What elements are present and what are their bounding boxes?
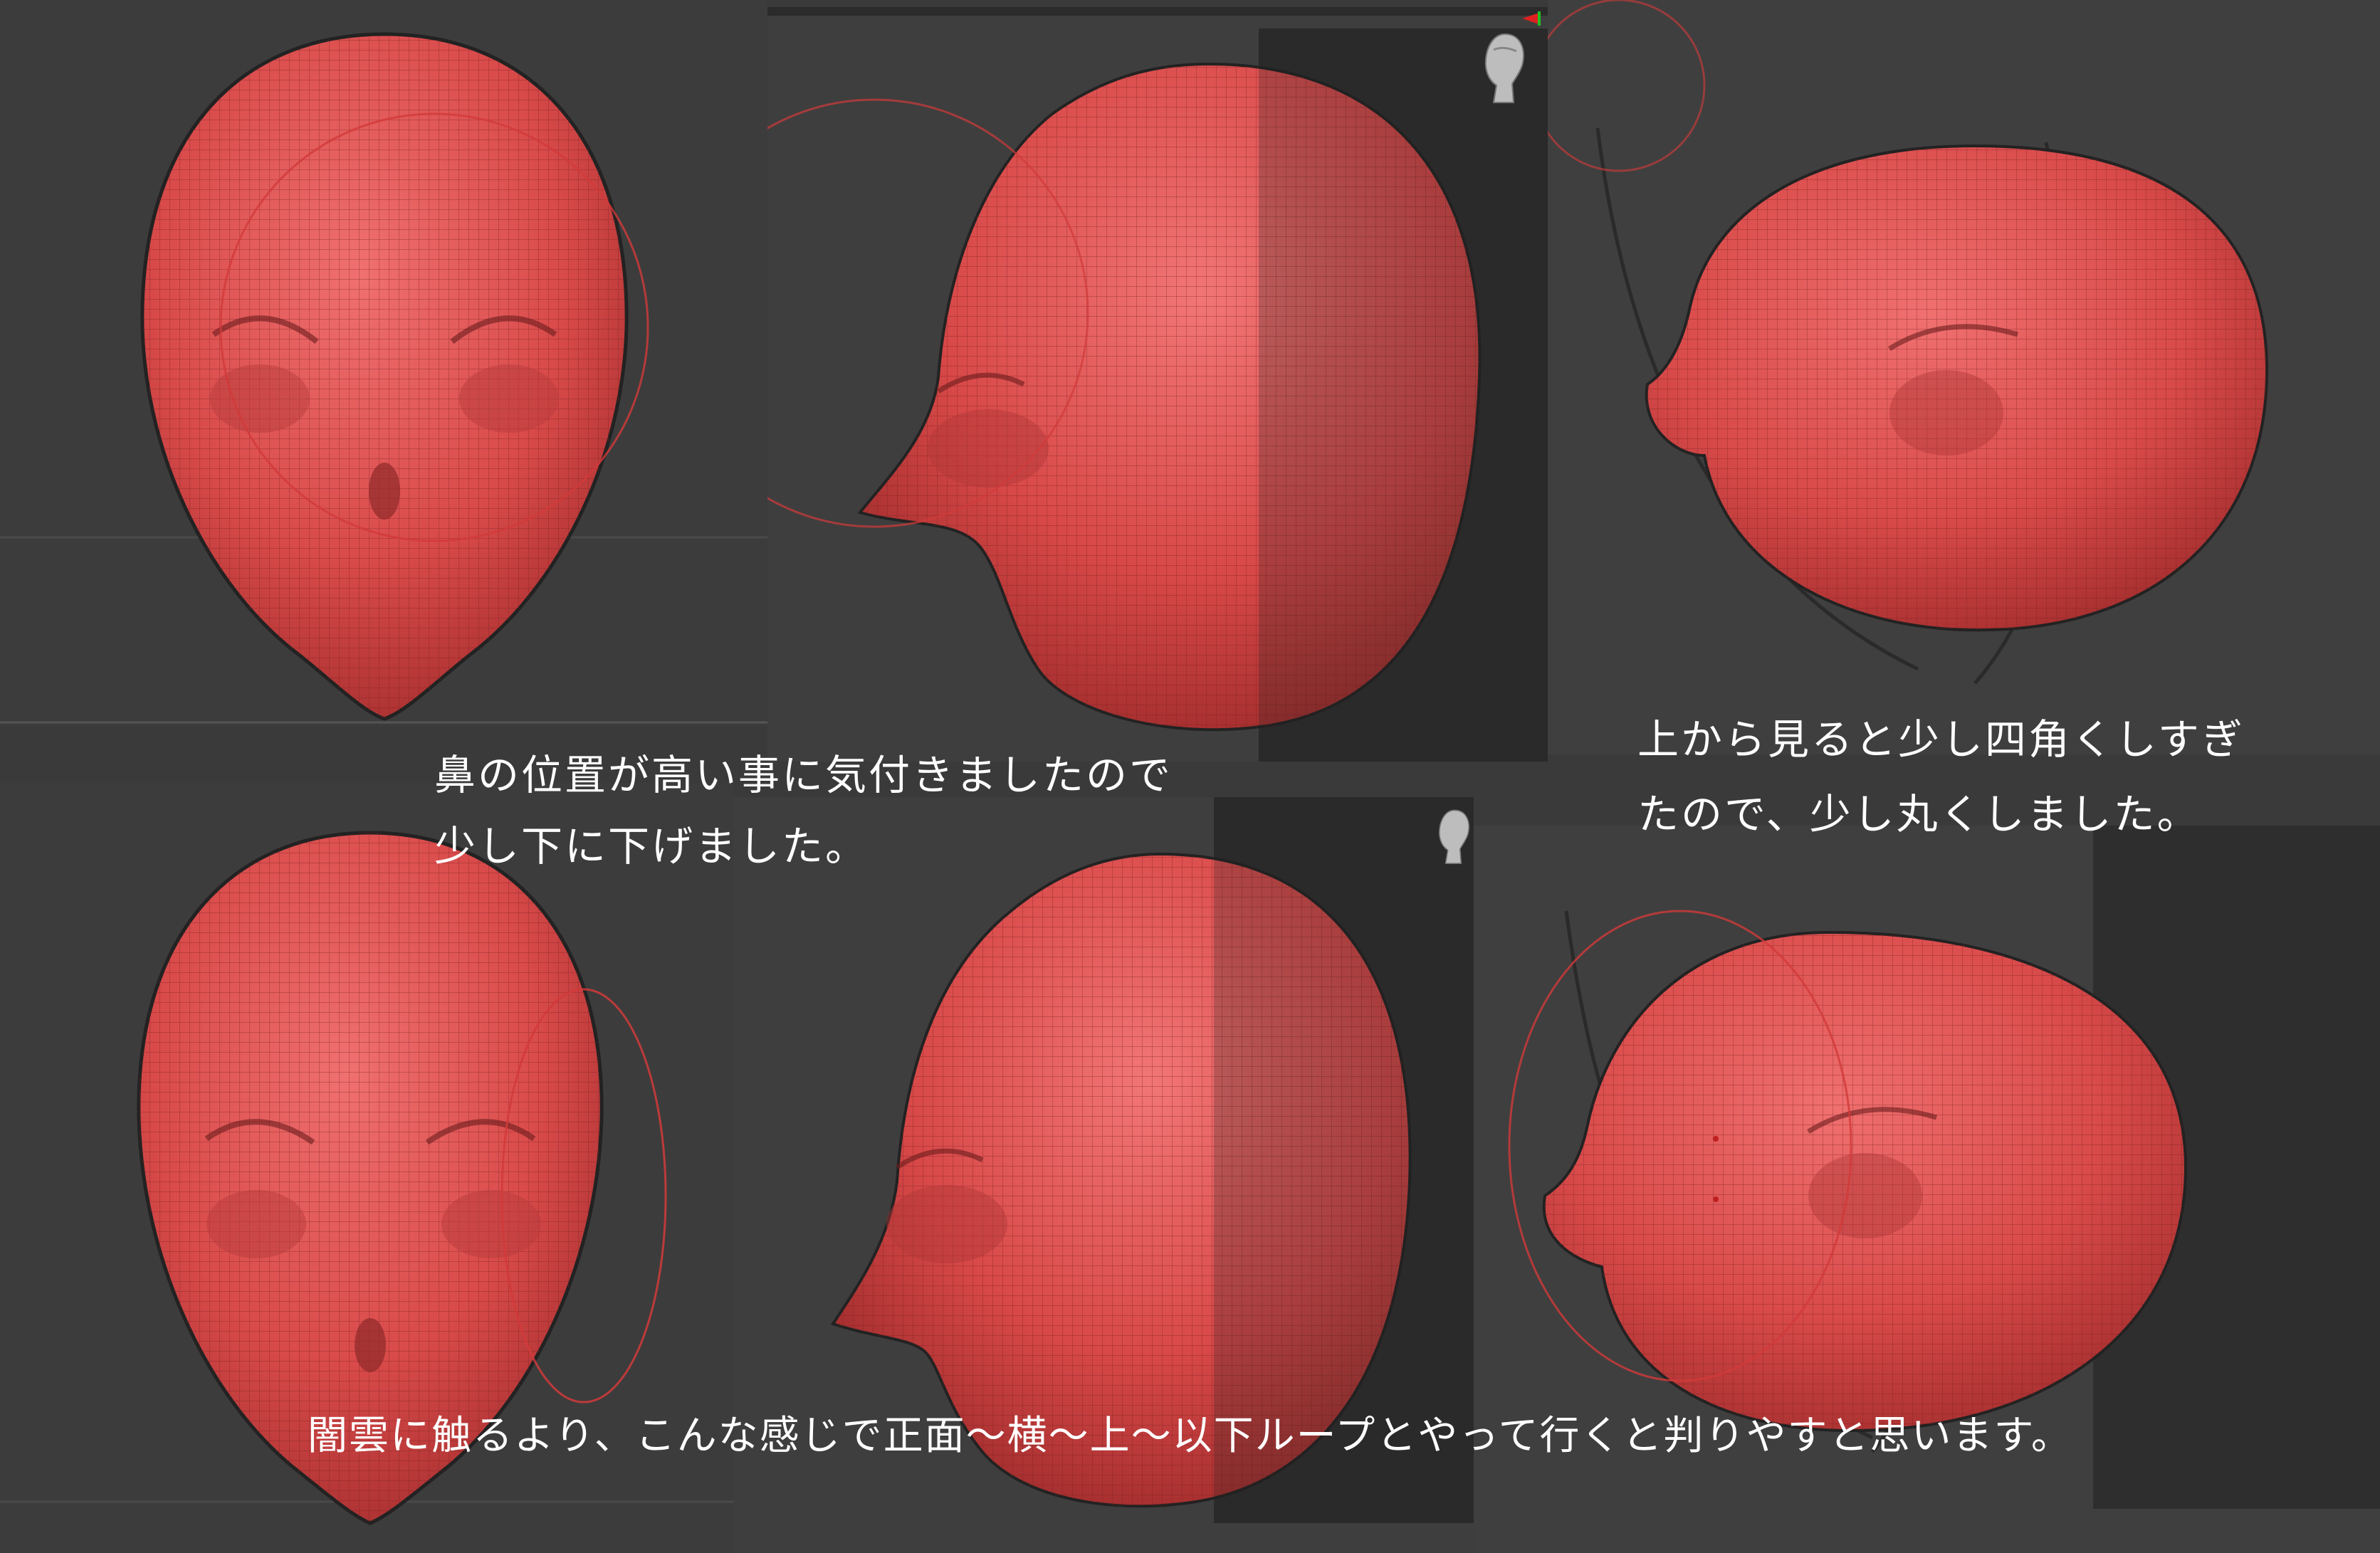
head-orientation-widget-icon[interactable] (1435, 804, 1474, 868)
front-head-mesh-before (0, 0, 767, 726)
nose-note-line1: 鼻の位置が高い事に気付きましたので (434, 751, 1173, 799)
side-head-mesh-before (767, 7, 1548, 762)
nose-note-line2: 少し下に下げました。 (434, 822, 869, 870)
loop-note: 闇雲に触るより、こんな感じで正面～横～上～以下ループとやって行くと判りやすと思い… (308, 1413, 2072, 1459)
viewport-top-top[interactable] (1548, 0, 2380, 779)
viewport-side-top[interactable] (767, 7, 1548, 762)
head-orientation-widget-icon[interactable] (1479, 28, 1531, 107)
axis-gizmo-icon[interactable] (1521, 10, 1542, 31)
top-head-mesh-before (1548, 0, 2380, 779)
viewport-front-top[interactable] (0, 0, 767, 726)
top-note-line1: 上から見ると少し四角くしすぎ (1637, 715, 2245, 764)
top-note-line2: たので、少し丸くしました。 (1637, 790, 2201, 838)
